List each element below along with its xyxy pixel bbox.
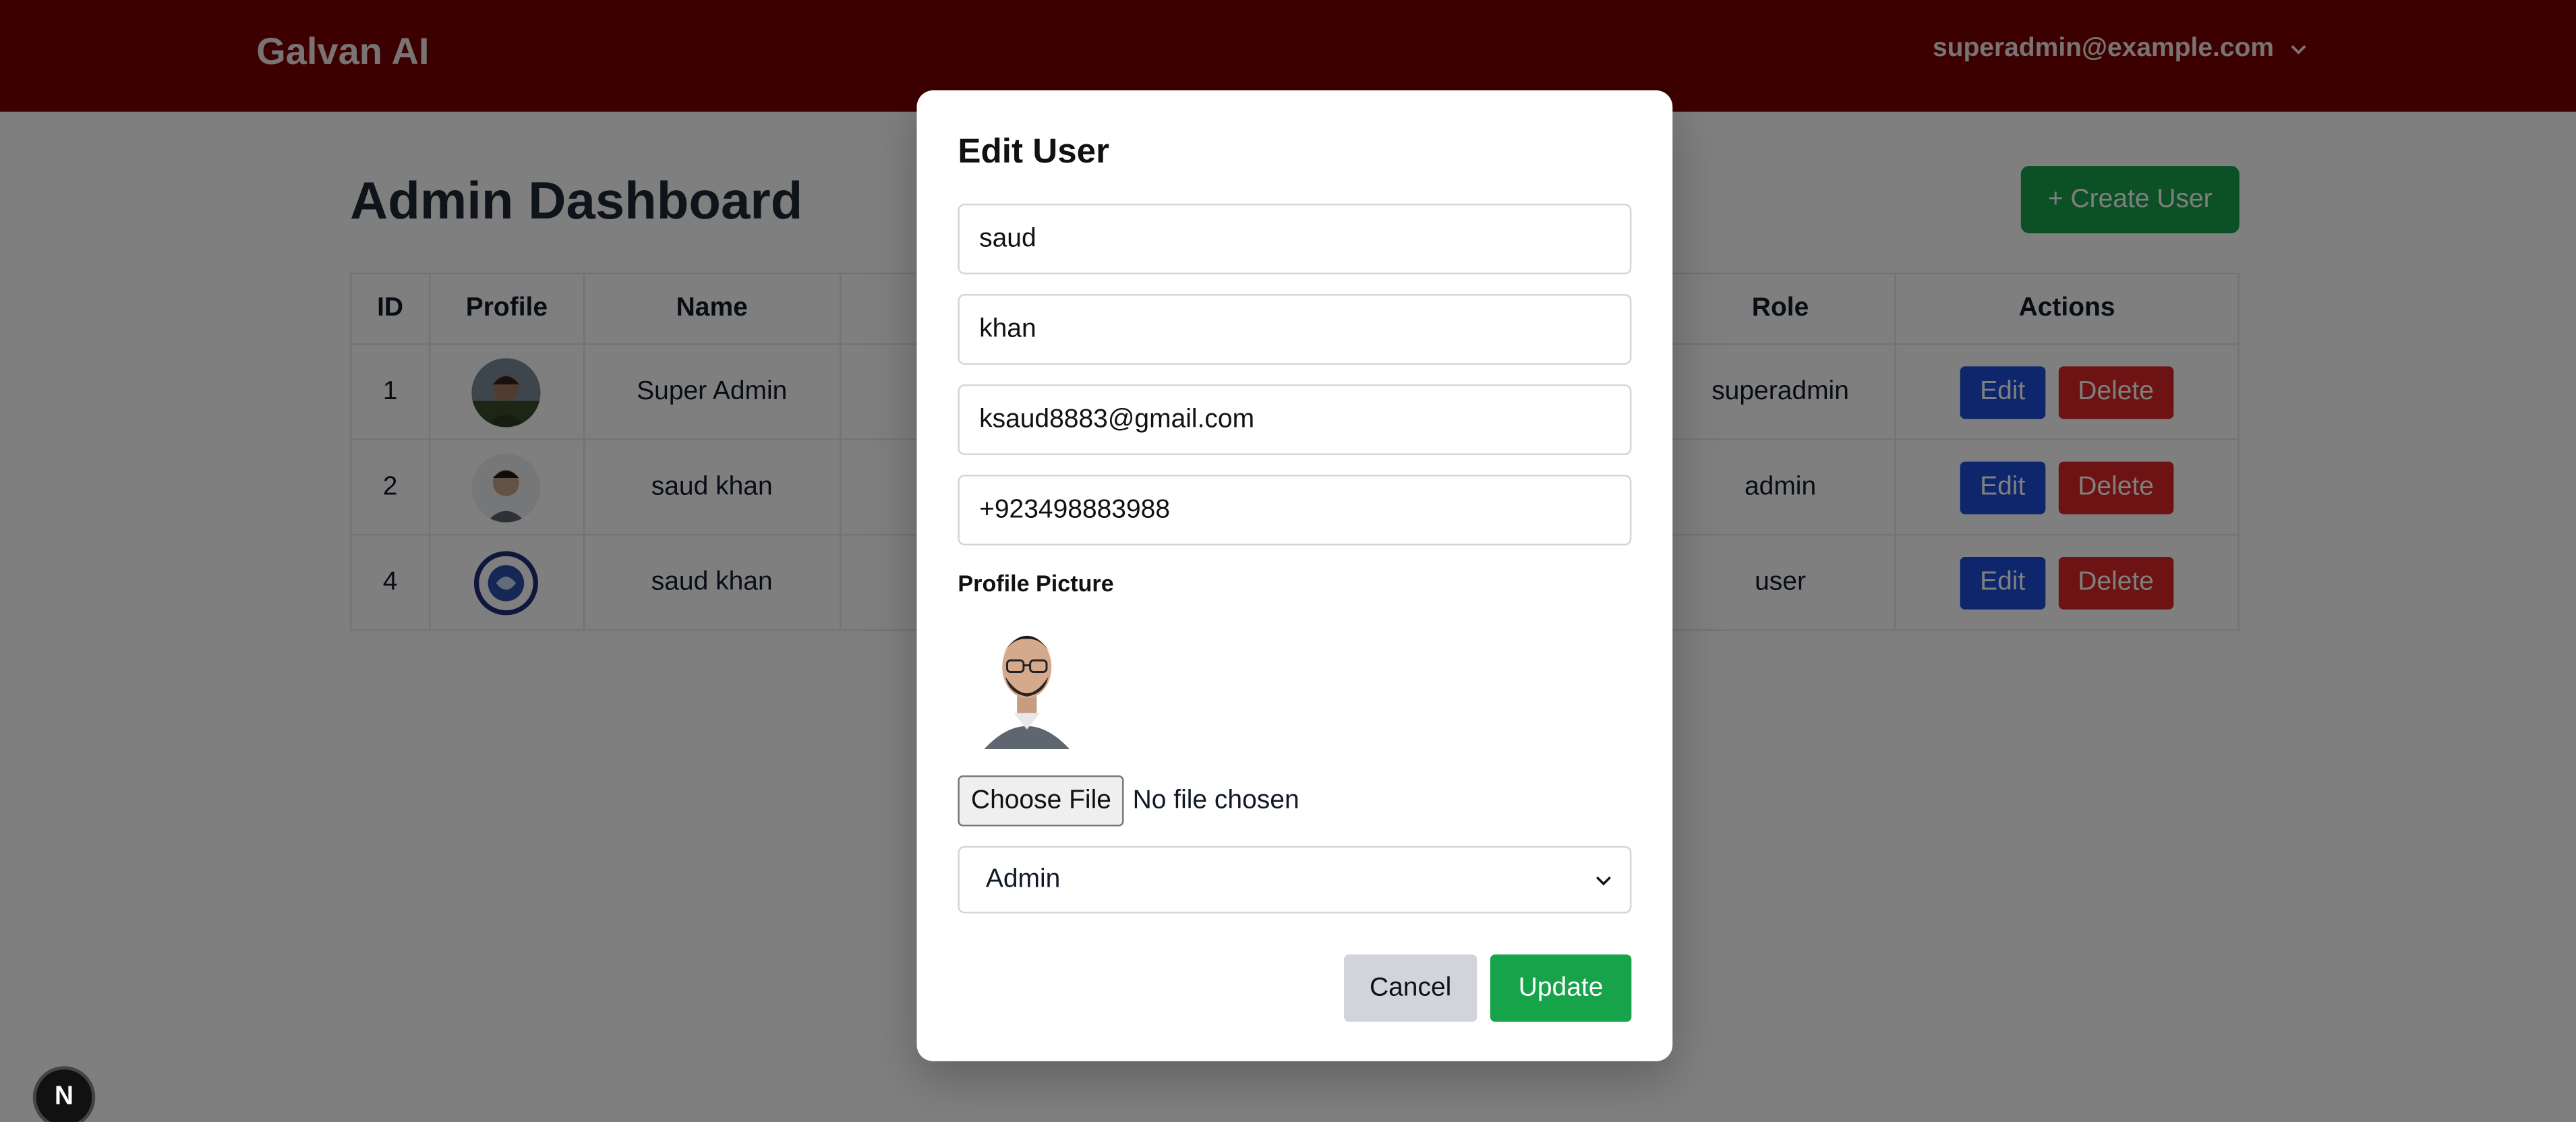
next-dev-indicator[interactable]: N <box>32 1066 96 1122</box>
file-status: No file chosen <box>1132 786 1299 815</box>
role-select[interactable]: Admin <box>958 846 1632 914</box>
choose-file-button[interactable]: Choose File <box>958 775 1125 827</box>
edit-user-modal: Edit User Profile Picture Choose File No… <box>916 90 1673 1061</box>
file-upload: Choose File No file chosen <box>958 775 1299 827</box>
profile-picture-preview <box>984 635 1070 749</box>
email-field[interactable] <box>958 384 1632 455</box>
phone-field[interactable] <box>958 475 1632 545</box>
update-button[interactable]: Update <box>1490 954 1632 1022</box>
first-name-field[interactable] <box>958 204 1632 274</box>
cancel-button[interactable]: Cancel <box>1343 954 1477 1022</box>
last-name-field[interactable] <box>958 294 1632 365</box>
modal-title: Edit User <box>958 133 1110 171</box>
role-select-value: Admin <box>985 864 1061 893</box>
profile-picture-label: Profile Picture <box>958 570 1114 597</box>
chevron-down-icon <box>1596 875 1611 885</box>
